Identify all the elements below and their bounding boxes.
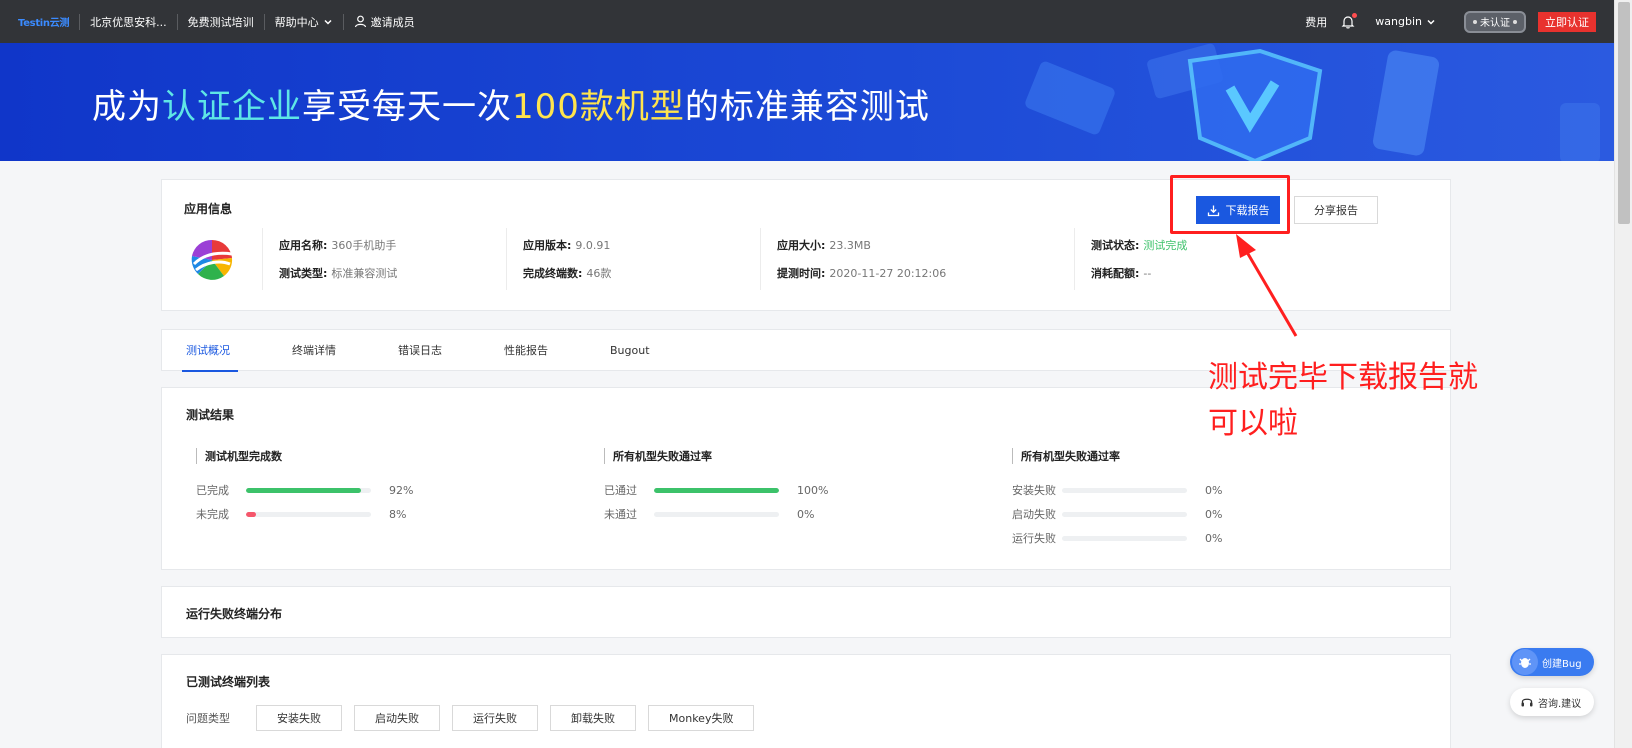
headset-icon xyxy=(1521,698,1533,707)
bug-icon xyxy=(1512,649,1538,675)
annotation-line: 可以啦 xyxy=(1208,406,1298,441)
consult-float-button[interactable]: 咨询.建议 xyxy=(1510,688,1594,716)
scrollbar-thumb[interactable] xyxy=(1618,2,1630,224)
page-scrollbar[interactable] xyxy=(1614,0,1632,748)
annotation-line: 测试完毕下载报告就 xyxy=(1208,360,1478,395)
create-bug-label: 创建Bug xyxy=(1542,658,1582,670)
annotation-text: 测试完毕下载报告就 可以啦 xyxy=(1208,355,1528,447)
create-bug-float-button[interactable]: 创建Bug xyxy=(1510,648,1594,676)
consult-label: 咨询.建议 xyxy=(1538,698,1582,710)
